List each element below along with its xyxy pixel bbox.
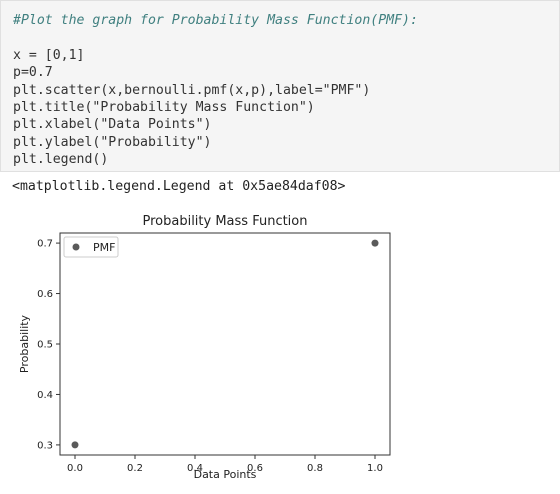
x-axis-label: Data Points <box>194 468 257 481</box>
code-line: plt.xlabel("Data Points") <box>13 117 212 133</box>
x-tick-label: 0.8 <box>307 463 323 474</box>
y-tick-label: 0.5 <box>37 340 53 351</box>
legend: PMF <box>63 236 119 258</box>
data-point <box>71 441 79 449</box>
plot-area <box>59 232 391 456</box>
legend-label: PMF <box>93 241 115 254</box>
code-line: plt.legend() <box>13 152 109 168</box>
code-line: plt.scatter(x,bernoulli.pmf(x,p),label="… <box>13 82 371 98</box>
y-tick-label: 0.4 <box>37 390 53 401</box>
code-editor[interactable]: #Plot the graph for Probability Mass Fun… <box>13 12 418 169</box>
data-point <box>371 239 379 247</box>
x-tick-label: 0.0 <box>67 463 83 474</box>
code-cell[interactable]: #Plot the graph for Probability Mass Fun… <box>0 0 560 172</box>
code-line: x = [0,1] <box>13 47 85 63</box>
y-axis: 0.3 0.4 0.5 0.6 0.7 <box>37 239 60 451</box>
chart-title: Probability Mass Function <box>142 214 307 229</box>
cell-output-text: <matplotlib.legend.Legend at 0x5ae84daf0… <box>12 179 346 194</box>
code-line: plt.ylabel("Probability") <box>13 134 212 150</box>
y-tick-label: 0.3 <box>37 440 53 451</box>
scatter-plot: Probability Mass Function 0.0 0.2 0.4 0.6 0.… <box>18 214 391 481</box>
code-line: p=0.7 <box>13 65 53 81</box>
x-tick-label: 0.2 <box>127 463 143 474</box>
y-tick-label: 0.6 <box>37 289 53 300</box>
legend-marker <box>72 243 80 251</box>
y-axis-label: Probability <box>18 314 31 373</box>
y-tick-label: 0.7 <box>37 239 53 250</box>
x-tick-label: 1.0 <box>367 463 383 474</box>
code-line: #Plot the graph for Probability Mass Fun… <box>13 13 418 28</box>
code-line: plt.title("Probability Mass Function") <box>13 99 315 115</box>
